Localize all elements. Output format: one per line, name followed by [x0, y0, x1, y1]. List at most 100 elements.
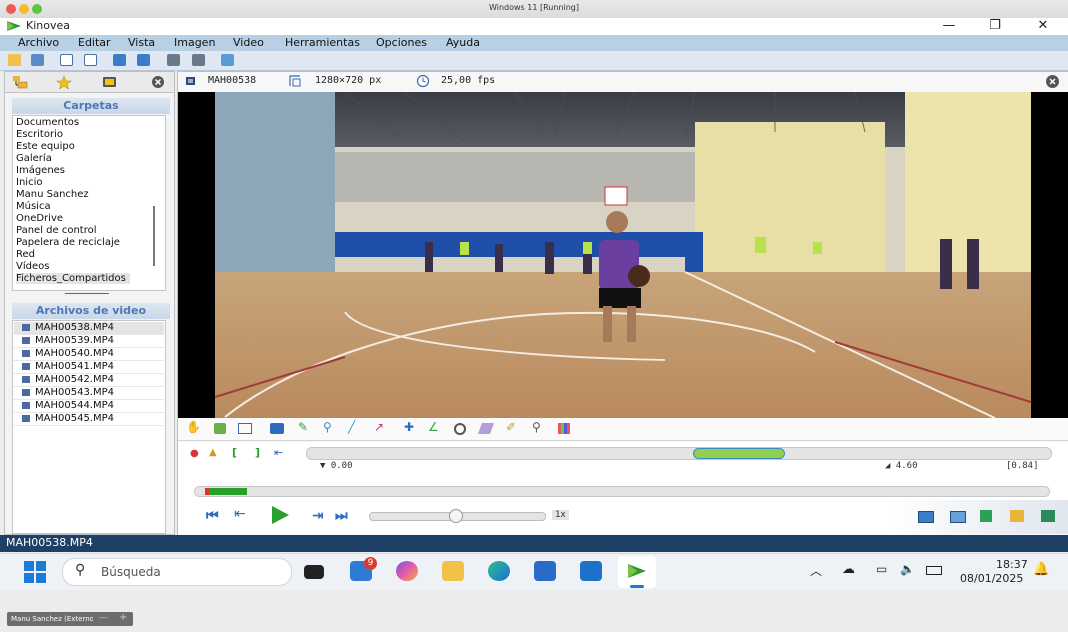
dual-view-icon[interactable]: [84, 54, 97, 66]
taskbar-search-box[interactable]: ⚲ Búsqueda: [62, 558, 292, 586]
clock-date[interactable]: 08/01/2025: [960, 572, 1023, 585]
file-item[interactable]: MAH00542.MP4: [14, 374, 164, 387]
network-icon[interactable]: ▭: [876, 562, 887, 576]
vm-user-label[interactable]: Manu Sanchez (Externo): [7, 612, 101, 626]
menu-opciones[interactable]: Opciones: [376, 36, 427, 49]
folder-item[interactable]: Manu Sanchez: [16, 189, 89, 200]
previous-frame-icon[interactable]: ⇤: [234, 506, 246, 522]
menu-ayuda[interactable]: Ayuda: [446, 36, 480, 49]
outlook-icon[interactable]: [580, 561, 602, 581]
dual-capture-icon[interactable]: [137, 54, 150, 66]
marker-icon[interactable]: ●: [190, 448, 199, 459]
grid-tool-icon[interactable]: [558, 423, 570, 434]
lock-icon[interactable]: ▲: [209, 447, 217, 458]
first-frame-icon[interactable]: ⏮: [206, 508, 219, 524]
export-spreadsheet-icon[interactable]: [1010, 510, 1024, 522]
chevron-up-icon[interactable]: ︿: [810, 562, 822, 579]
dual-camera-icon[interactable]: [192, 54, 205, 66]
single-view-icon[interactable]: [60, 54, 73, 66]
cross-marker-icon[interactable]: ✚: [404, 420, 416, 434]
folder-item[interactable]: Red: [16, 249, 35, 260]
notification-bell-icon[interactable]: 🔔: [1033, 562, 1049, 577]
last-frame-icon[interactable]: ⏭: [335, 508, 348, 524]
file-item[interactable]: MAH00544.MP4: [14, 400, 164, 413]
folder-item[interactable]: OneDrive: [16, 213, 63, 224]
folder-item[interactable]: Música: [16, 201, 51, 212]
set-start-icon[interactable]: [: [232, 446, 237, 459]
plane-tool-icon[interactable]: [477, 423, 495, 434]
folder-item-selected[interactable]: Ficheros_Compartidos: [16, 273, 130, 284]
file-explorer-icon[interactable]: [442, 561, 464, 581]
maximize-button[interactable]: ❐: [972, 18, 1018, 35]
folder-item[interactable]: Papelera de reciclaje: [16, 237, 120, 248]
file-item[interactable]: MAH00543.MP4: [14, 387, 164, 400]
camera-icon[interactable]: [167, 54, 180, 66]
folder-item[interactable]: Escritorio: [16, 129, 63, 140]
menu-vista[interactable]: Vista: [128, 36, 155, 49]
add-keyframe-icon[interactable]: [214, 423, 226, 434]
clock-time[interactable]: 18:37: [996, 558, 1028, 571]
folder-item[interactable]: Imágenes: [16, 165, 65, 176]
video-viewport[interactable]: [178, 92, 1068, 418]
chrono-tool-icon[interactable]: [454, 423, 466, 435]
capture-icon[interactable]: [113, 54, 126, 66]
close-button[interactable]: ✕: [1020, 18, 1066, 35]
pencil-tool-icon[interactable]: ✎: [298, 420, 310, 434]
save-sequence-icon[interactable]: [950, 511, 966, 523]
folder-item[interactable]: Vídeos: [16, 261, 49, 272]
folder-item[interactable]: Galería: [16, 153, 52, 164]
file-item[interactable]: MAH00545.MP4: [14, 413, 164, 426]
file-item-selected[interactable]: MAH00538.MP4: [14, 322, 164, 335]
favorites-tab-icon[interactable]: [56, 75, 72, 89]
copilot-icon[interactable]: [396, 561, 418, 581]
microsoft-store-icon[interactable]: [534, 561, 556, 581]
edge-browser-icon[interactable]: [488, 561, 510, 581]
vm-zoom-in-button[interactable]: +: [119, 612, 127, 623]
onedrive-icon[interactable]: ☁: [842, 562, 855, 577]
camera-tab-icon[interactable]: [102, 75, 118, 89]
close-video-icon[interactable]: [1045, 74, 1060, 89]
play-icon[interactable]: [269, 504, 291, 526]
battery-icon[interactable]: [926, 566, 942, 575]
menu-imagen[interactable]: Imagen: [174, 36, 215, 49]
kinovea-taskbar-button[interactable]: [618, 556, 656, 588]
file-item[interactable]: MAH00540.MP4: [14, 348, 164, 361]
task-view-icon[interactable]: [304, 565, 324, 579]
label-tool-icon[interactable]: [270, 423, 284, 434]
export-data-icon[interactable]: [1041, 510, 1055, 522]
windows-start-icon[interactable]: [24, 561, 46, 583]
human-model-icon[interactable]: ⚲: [323, 420, 335, 434]
menu-herramientas[interactable]: Herramientas: [285, 36, 360, 49]
comments-icon[interactable]: [238, 423, 252, 434]
volume-icon[interactable]: 🔈: [900, 562, 915, 576]
set-end-icon[interactable]: ]: [255, 446, 260, 459]
video-frame[interactable]: [215, 92, 1031, 418]
folders-tab-icon[interactable]: [12, 75, 28, 89]
goto-selection-icon[interactable]: ⇤: [274, 446, 283, 459]
selection-range[interactable]: [693, 448, 785, 459]
folder-scrollbar[interactable]: [153, 206, 155, 266]
export-icon[interactable]: [221, 54, 234, 66]
menu-video[interactable]: Video: [233, 36, 264, 49]
angle-tool-icon[interactable]: ∠: [428, 420, 440, 434]
save-image-icon[interactable]: [918, 511, 934, 523]
file-item[interactable]: MAH00541.MP4: [14, 361, 164, 374]
folder-item[interactable]: Panel de control: [16, 225, 97, 236]
playhead[interactable]: [205, 488, 209, 495]
folder-item[interactable]: Este equipo: [16, 141, 75, 152]
export-video-icon[interactable]: [980, 510, 992, 522]
close-panel-icon[interactable]: [151, 75, 165, 89]
save-icon[interactable]: [31, 54, 44, 66]
next-frame-icon[interactable]: ⇥: [312, 508, 324, 524]
arrow-tool-icon[interactable]: ↗: [374, 420, 386, 434]
speed-slider-thumb[interactable]: [449, 509, 463, 523]
line-tool-icon[interactable]: ╱: [348, 420, 360, 434]
folder-item[interactable]: Documentos: [16, 117, 79, 128]
hand-tool-icon[interactable]: ✋: [186, 420, 201, 434]
speed-slider[interactable]: [369, 509, 546, 523]
vm-zoom-out-button[interactable]: —: [99, 613, 108, 623]
minimize-button[interactable]: —: [926, 18, 972, 35]
magnifier-tool-icon[interactable]: ⚲: [532, 420, 544, 434]
folder-item[interactable]: Inicio: [16, 177, 42, 188]
menu-archivo[interactable]: Archivo: [18, 36, 59, 49]
